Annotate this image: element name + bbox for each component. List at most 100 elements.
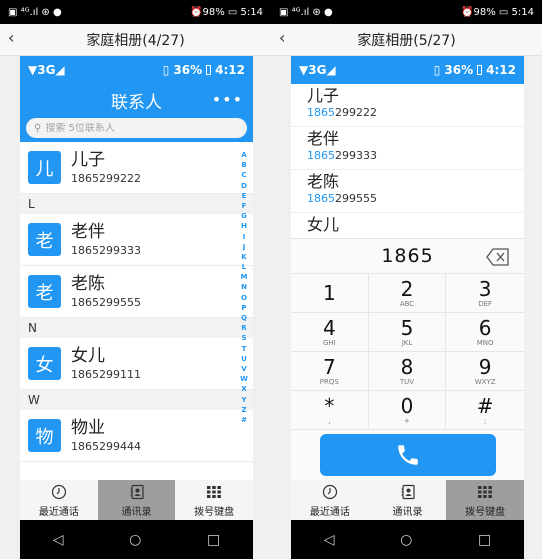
key-letters: MNO — [476, 339, 494, 347]
right-screen: ▣ ⁴ᴳ.ıl ⊛ ● ⏰98% ▭ 5:14 ‹ 家庭相册(5/27) ▼3G… — [271, 0, 542, 559]
system-nav-bar: ◁ ○ □ — [20, 520, 253, 559]
matched-contact[interactable]: 儿子 1865299222 — [291, 84, 524, 127]
contact-name: 老陈 — [307, 172, 340, 191]
contact-row[interactable]: 物物业 1865299444 — [20, 410, 253, 462]
tab-recent-calls[interactable]: 最近通话 — [20, 480, 98, 520]
index-letter[interactable]: H — [241, 221, 247, 231]
key-5[interactable]: 5 JKL — [368, 313, 447, 352]
index-letter[interactable]: Q — [241, 313, 247, 323]
index-letter[interactable]: M — [241, 272, 248, 282]
nav-home-icon[interactable]: ○ — [400, 532, 412, 548]
dialed-number-display: 1865 — [291, 238, 524, 274]
contact-list: 儿儿子 1865299222 L 老老伴 1865299333 老老陈 1865299555… — [20, 142, 253, 462]
contact-name: 儿子 — [307, 86, 340, 105]
phone-icon — [397, 445, 418, 465]
key-0[interactable]: 0 + — [368, 391, 447, 430]
tab-contacts[interactable]: 通讯录 — [369, 480, 447, 520]
index-letter[interactable]: L — [242, 262, 246, 272]
bottom-tab-bar: 最近通话 通讯录 拨号键盘 — [291, 480, 525, 520]
index-letter[interactable]: # — [241, 415, 247, 425]
contact-row[interactable]: 老老陈 1865299555 — [20, 266, 253, 318]
index-letter[interactable]: F — [242, 201, 247, 211]
status-right: ⏰98% ▭ 5:14 — [461, 6, 534, 18]
vibrate-icon: ▯ — [162, 63, 170, 77]
key-3[interactable]: 3 DEF — [446, 274, 524, 313]
key-2[interactable]: 2 ABC — [368, 274, 447, 313]
matched-contact[interactable]: 老陈 1865299555 — [291, 170, 524, 213]
contact-name: 老陈 — [71, 274, 105, 294]
index-letter[interactable]: E — [242, 191, 247, 201]
key-6[interactable]: 6 MNO — [446, 313, 524, 352]
index-letter[interactable]: C — [241, 170, 246, 180]
search-box[interactable]: ⚲ — [26, 118, 247, 138]
index-letter[interactable]: N — [241, 282, 247, 292]
index-letter[interactable]: K — [241, 252, 246, 262]
key-digit: 4 — [322, 316, 336, 340]
contact-name: 儿子 — [71, 150, 105, 170]
avatar: 物 — [28, 419, 61, 452]
tab-recent-calls[interactable]: 最近通话 — [291, 480, 369, 520]
index-letter[interactable]: U — [241, 354, 247, 364]
key-#[interactable]: #; — [446, 391, 524, 430]
contact-row[interactable]: 老老伴 1865299333 — [20, 214, 253, 266]
contact-name: 女儿 — [307, 215, 340, 234]
key-*[interactable]: *, — [291, 391, 369, 430]
key-9[interactable]: 9 WXYZ — [446, 352, 524, 391]
index-letter[interactable]: X — [241, 384, 246, 394]
key-7[interactable]: 7 PRQS — [291, 352, 369, 391]
tab-contacts[interactable]: 通讯录 — [97, 480, 176, 520]
alphabet-index[interactable]: A B C D E F G H I J K L M N O P Q R S T U V W X Y Z # — [239, 150, 249, 425]
index-letter[interactable]: P — [241, 303, 246, 313]
avatar: 老 — [28, 275, 61, 308]
backspace-icon[interactable] — [486, 248, 510, 270]
key-digit: 1 — [322, 281, 336, 305]
index-letter[interactable]: G — [241, 211, 247, 221]
key-digit: 3 — [478, 277, 492, 301]
key-digit: 2 — [400, 277, 414, 301]
index-letter[interactable]: B — [241, 160, 246, 170]
index-letter[interactable]: R — [241, 323, 246, 333]
system-nav-bar: ◁ ○ □ — [291, 520, 524, 559]
tab-label: 拨号键盘 — [465, 506, 506, 518]
contact-phone: 1865299222 — [307, 106, 524, 119]
key-8[interactable]: 8 TUV — [368, 352, 447, 391]
call-button[interactable] — [319, 434, 496, 476]
key-digit: 5 — [400, 316, 414, 340]
key-4[interactable]: 4 GHI — [291, 313, 369, 352]
index-letter[interactable]: A — [241, 150, 246, 160]
index-letter[interactable]: O — [241, 293, 247, 303]
index-letter[interactable]: S — [241, 333, 246, 343]
index-letter[interactable]: I — [243, 232, 246, 242]
battery-icon — [477, 65, 483, 75]
nav-recent-icon[interactable]: □ — [207, 532, 220, 548]
key-1[interactable]: 1 — [291, 274, 369, 313]
search-input[interactable] — [45, 122, 206, 134]
nav-back-icon[interactable]: ◁ — [53, 532, 64, 548]
contact-phone: 1865299555 — [71, 296, 141, 309]
contact-row[interactable]: 儿儿子 1865299222 — [20, 142, 253, 194]
index-letter[interactable]: Z — [241, 405, 246, 415]
matched-contact[interactable]: 女儿 — [291, 213, 524, 238]
index-letter[interactable]: V — [241, 364, 246, 374]
index-letter[interactable]: W — [240, 374, 248, 384]
back-arrow-icon[interactable]: ‹ — [8, 28, 14, 47]
nav-back-icon[interactable]: ◁ — [324, 532, 335, 548]
key-letters: + — [404, 417, 410, 425]
battery-level: 36% — [173, 63, 203, 77]
matched-contact[interactable]: 老伴 1865299333 — [291, 127, 524, 170]
index-letter[interactable]: D — [241, 181, 247, 191]
nav-home-icon[interactable]: ○ — [129, 532, 141, 548]
index-letter[interactable]: T — [242, 344, 247, 354]
inner-status-bar: ▼3G◢ ▯ 36% 4:12 — [291, 56, 524, 84]
tab-dialpad[interactable]: 拨号键盘 — [175, 480, 253, 520]
tab-dialpad[interactable]: 拨号键盘 — [446, 480, 525, 520]
contact-row[interactable]: 女女儿 1865299111 — [20, 338, 253, 390]
phone-match: 1865 — [307, 106, 335, 119]
nav-recent-icon[interactable]: □ — [478, 532, 491, 548]
index-letter[interactable]: J — [243, 242, 246, 252]
inner-status-bar: ▼3G◢ ▯ 36% 4:12 — [20, 56, 253, 84]
index-letter[interactable]: Y — [241, 395, 246, 405]
more-menu-icon[interactable]: ••• — [212, 90, 243, 109]
bottom-tab-bar: 最近通话 通讯录 拨号键盘 — [20, 480, 253, 520]
back-arrow-icon[interactable]: ‹ — [279, 28, 285, 47]
